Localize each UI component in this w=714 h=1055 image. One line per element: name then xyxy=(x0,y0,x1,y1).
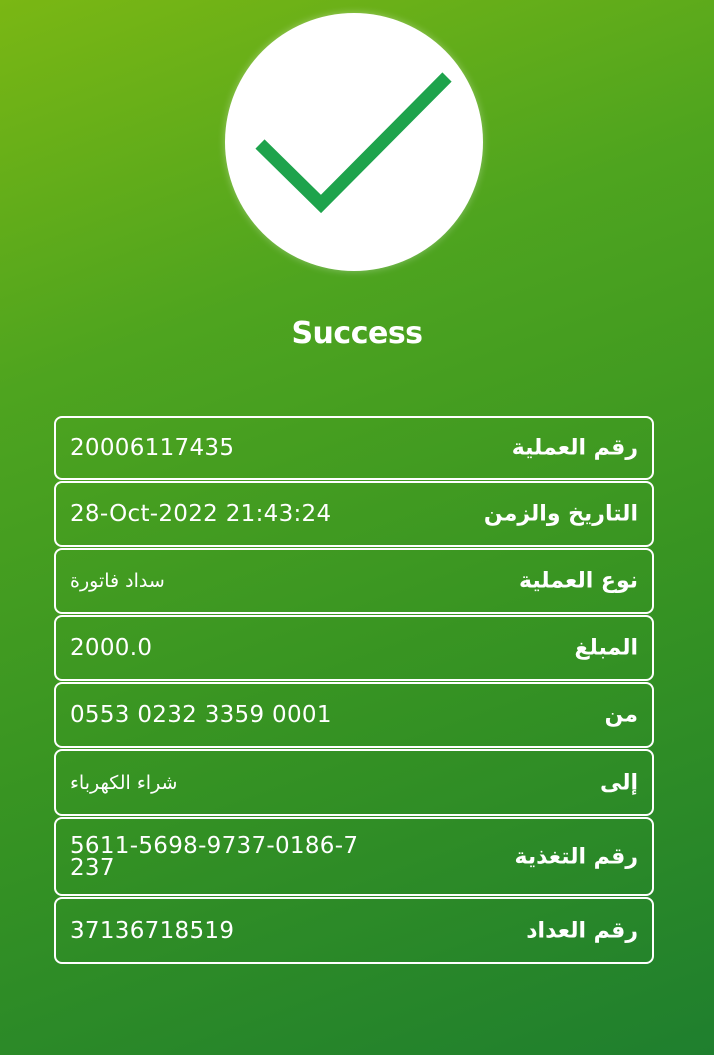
feed-number-label: رقم التغذية xyxy=(514,844,639,869)
date-time-value: 28-Oct-2022 21:43:24 xyxy=(70,501,332,527)
transaction-details: 20006117435 رقم العملية 28-Oct-2022 21:4… xyxy=(54,416,654,965)
to-value: شراء الكهرباء xyxy=(70,771,178,794)
meter-number-value: 37136718519 xyxy=(70,917,235,944)
transaction-type-value: سداد فاتورة xyxy=(70,570,165,592)
meter-number-label: رقم العداد xyxy=(526,918,638,943)
detail-row-transaction-number: 20006117435 رقم العملية xyxy=(54,416,654,480)
detail-row-meter-number: 37136718519 رقم العداد xyxy=(54,897,654,964)
transaction-number-label: رقم العملية xyxy=(511,435,638,461)
transaction-type-label: نوع العملية xyxy=(518,568,638,594)
amount-label: المبلغ xyxy=(574,635,638,661)
date-time-label: التاريخ والزمن xyxy=(483,501,638,527)
from-label: من xyxy=(604,702,638,728)
detail-row-transaction-type: سداد فاتورة نوع العملية xyxy=(54,548,654,614)
feed-number-value: 5611-5698-9737-0186-7237 xyxy=(70,832,359,881)
detail-row-feed-number: 5611-5698-9737-0186-7237 رقم التغذية xyxy=(54,817,654,896)
detail-row-date-time: 28-Oct-2022 21:43:24 التاريخ والزمن xyxy=(54,481,654,547)
status-title: Success xyxy=(291,316,423,351)
success-badge xyxy=(225,13,483,271)
detail-row-amount: 2000.0 المبلغ xyxy=(54,615,654,681)
from-value: 0553 0232 3359 0001 xyxy=(70,702,332,728)
amount-value: 2000.0 xyxy=(70,635,153,661)
transaction-number-value: 20006117435 xyxy=(70,435,235,461)
checkmark-icon xyxy=(255,72,452,214)
detail-row-to: شراء الكهرباء إلى xyxy=(54,749,654,816)
detail-row-from: 0553 0232 3359 0001 من xyxy=(54,682,654,748)
to-label: إلى xyxy=(599,770,638,795)
